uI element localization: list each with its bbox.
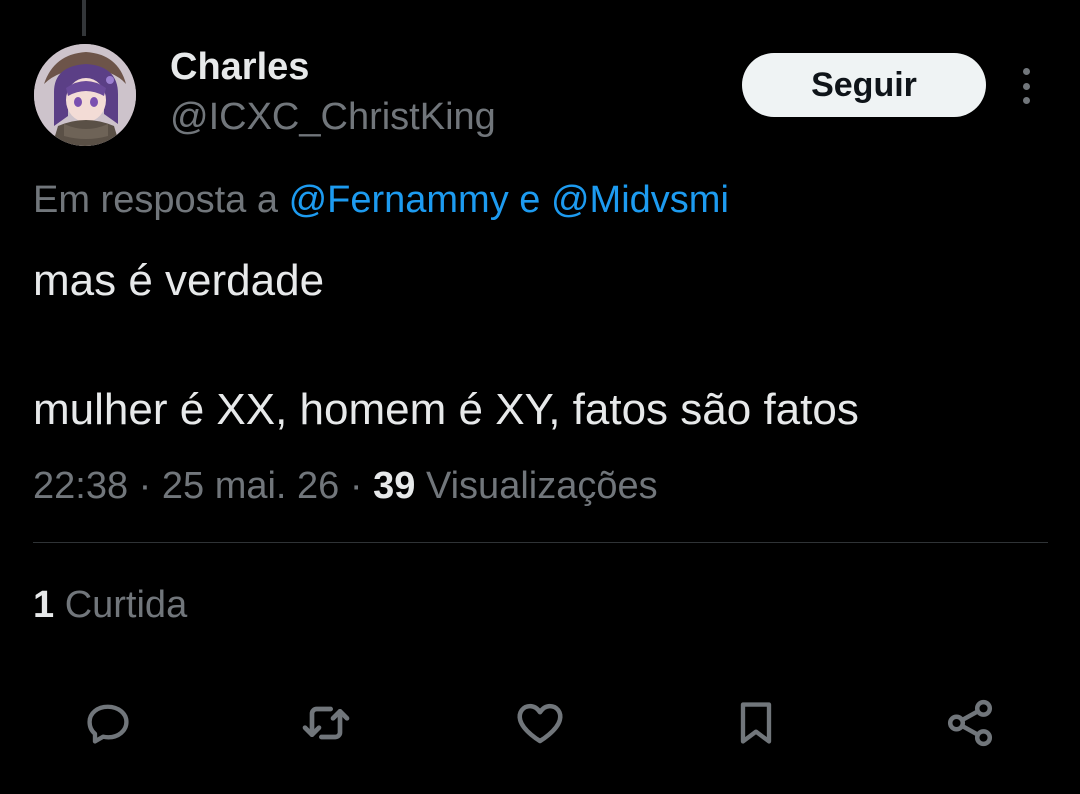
tweet-time[interactable]: 22:38 xyxy=(33,465,128,507)
meta-separator: · xyxy=(138,465,152,507)
reply-context: Em resposta a @Fernammy e @Midvsmi xyxy=(33,176,729,224)
follow-button[interactable]: Seguir xyxy=(742,53,986,117)
bookmark-icon[interactable] xyxy=(728,695,784,751)
mention-link-midvsmi[interactable]: @Midvsmi xyxy=(551,179,729,221)
like-icon[interactable] xyxy=(512,695,568,751)
avatar-image xyxy=(34,44,136,146)
author-handle[interactable]: @ICXC_ChristKing xyxy=(170,94,496,140)
tweet-date[interactable]: 25 mai. 26 xyxy=(162,465,339,507)
reply-connector: e xyxy=(519,179,541,221)
avatar[interactable] xyxy=(34,44,136,146)
more-vertical-icon[interactable] xyxy=(1010,64,1042,108)
mention-link-fernammy[interactable]: @Fernammy xyxy=(289,179,509,221)
reply-prefix: Em resposta a xyxy=(33,179,278,221)
views-label: Visualizações xyxy=(425,465,658,507)
retweet-icon[interactable] xyxy=(298,695,354,751)
tweet-meta: 22:38 · 25 mai. 26 · 39 Visualizações xyxy=(33,462,658,510)
likes-count: 1 xyxy=(33,584,55,626)
divider xyxy=(33,542,1048,543)
more-dot xyxy=(1022,82,1030,90)
tweet-text-line-2: mulher é XX, homem é XY, fatos são fatos xyxy=(33,385,859,434)
author-display-name[interactable]: Charles xyxy=(170,44,309,90)
thread-connector-line xyxy=(82,0,86,36)
meta-separator: · xyxy=(349,465,363,507)
likes-label: Curtida xyxy=(64,584,188,626)
reply-icon[interactable] xyxy=(80,695,136,751)
likes-summary[interactable]: 1 Curtida xyxy=(33,581,187,629)
more-dot xyxy=(1022,68,1030,75)
views-count: 39 xyxy=(373,465,416,507)
tweet-text-line-1: mas é verdade xyxy=(33,256,325,305)
share-icon[interactable] xyxy=(942,695,998,751)
more-dot xyxy=(1022,97,1030,104)
